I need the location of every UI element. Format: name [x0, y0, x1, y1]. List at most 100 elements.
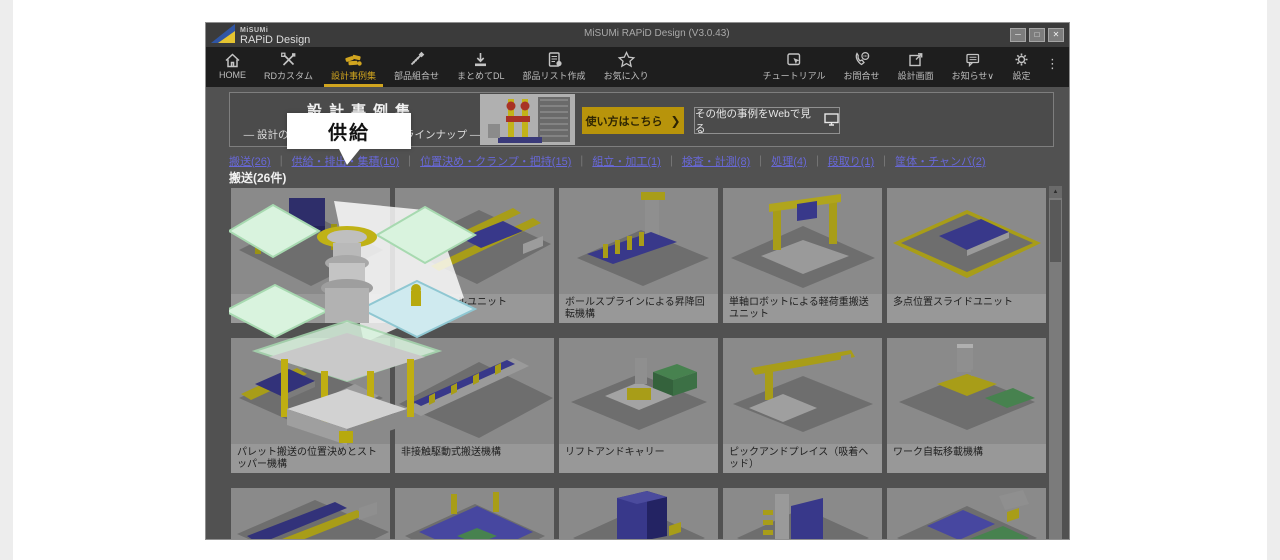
example-thumbnail — [723, 488, 882, 540]
nav-tutorial[interactable]: チュートリアル — [754, 47, 835, 87]
phone-bubble-icon — [852, 51, 871, 68]
filter-kyoutai[interactable]: 筐体・チャンバ(2) — [895, 156, 985, 168]
filter-dandori[interactable]: 段取り(1) — [828, 156, 874, 168]
nav-favorites[interactable]: お気に入り — [595, 47, 658, 87]
monitor-icon — [824, 113, 839, 129]
example-caption: ルユニット — [395, 294, 554, 323]
close-button[interactable]: ✕ — [1048, 28, 1064, 42]
nav-label: RDカスタム — [264, 69, 313, 82]
nav-home[interactable]: HOME — [210, 47, 255, 87]
nav-label: まとめてDL — [457, 69, 505, 82]
filter-separator: ｜ — [879, 156, 890, 168]
example-card[interactable]: ルユニット — [395, 188, 554, 323]
example-caption: 非接触駆動式搬送機構 — [395, 444, 554, 473]
example-card[interactable] — [887, 488, 1046, 540]
example-card[interactable]: ピックアンドプレイス（吸着ヘッド） — [723, 338, 882, 473]
content-area: 設計事例集 — 設計のヒントになる事例を多数ラインナップ — 使い方はこちら❯ … — [206, 87, 1070, 540]
chevron-down-icon: ∨ — [987, 71, 994, 81]
example-card[interactable] — [723, 488, 882, 540]
external-link-icon — [906, 51, 925, 68]
nav-settings[interactable]: 設定 — [1003, 47, 1040, 87]
app-logo: MiSUMi RAPiD Design — [211, 24, 310, 48]
main-toolbar: HOME RDカスタム 設計事例集 部品組合せ まとめてDL 部品リスト作成 お… — [206, 47, 1069, 87]
nav-label: お問合せ — [844, 69, 880, 82]
minimize-button[interactable]: ─ — [1010, 28, 1026, 42]
filter-separator: ｜ — [576, 156, 587, 168]
example-caption — [231, 294, 390, 323]
example-caption: パレット搬送の位置決めとストッパー機構 — [231, 444, 390, 473]
maximize-button[interactable]: □ — [1029, 28, 1045, 42]
example-card[interactable] — [559, 488, 718, 540]
nav-contact[interactable]: お問合せ — [835, 47, 889, 87]
example-thumbnail — [395, 488, 554, 540]
nav-label: HOME — [219, 70, 246, 80]
example-thumbnail — [395, 338, 554, 444]
example-card[interactable]: 単軸ロボットによる軽荷重搬送ユニット — [723, 188, 882, 323]
nav-design-screen[interactable]: 設計画面 — [889, 47, 943, 87]
example-card[interactable] — [231, 188, 390, 323]
filter-kensa[interactable]: 検査・計測(8) — [682, 156, 750, 168]
example-card[interactable]: ボールスプラインによる昇降回転機構 — [559, 188, 718, 323]
parts-pile-icon — [343, 51, 364, 68]
example-thumbnail — [395, 188, 554, 294]
overflow-menu-icon[interactable]: ⋮ — [1040, 47, 1065, 87]
example-thumbnail — [559, 338, 718, 444]
filter-separator: ｜ — [812, 156, 823, 168]
example-card[interactable]: 非接触駆動式搬送機構 — [395, 338, 554, 473]
example-card[interactable]: ワーク自転移載機構 — [887, 338, 1046, 473]
cursor-box-icon — [785, 51, 804, 68]
example-card[interactable] — [395, 488, 554, 540]
usage-button[interactable]: 使い方はこちら❯ — [582, 107, 684, 134]
example-card[interactable]: 多点位置スライドユニット — [887, 188, 1046, 323]
nav-label: お気に入り — [604, 69, 649, 82]
tooltip-text: 供給 — [328, 118, 370, 145]
download-icon — [471, 51, 490, 68]
nav-bulk-download[interactable]: まとめてDL — [448, 47, 514, 87]
scrollbar-thumb[interactable] — [1050, 200, 1061, 262]
page-edge-left — [0, 0, 13, 560]
example-thumbnail — [231, 188, 390, 294]
filter-separator: ｜ — [666, 156, 677, 168]
example-thumbnail — [231, 338, 390, 444]
tooltip-arrow-icon — [339, 149, 360, 165]
filter-separator: ｜ — [404, 156, 415, 168]
example-caption: ワーク自転移載機構 — [887, 444, 1046, 473]
filter-shori[interactable]: 処理(4) — [771, 156, 806, 168]
example-thumbnail — [887, 338, 1046, 444]
nav-design-examples[interactable]: 設計事例集 — [322, 47, 385, 87]
example-thumbnail — [559, 188, 718, 294]
toolbar-spacer — [658, 47, 754, 87]
tools-icon — [279, 51, 298, 68]
chevron-right-icon: ❯ — [670, 114, 680, 128]
filter-separator: ｜ — [755, 156, 766, 168]
web-examples-button[interactable]: その他の事例をWebで見る — [694, 107, 840, 134]
nav-parts-list[interactable]: 部品リスト作成 — [514, 47, 595, 87]
category-tooltip: 供給 — [287, 113, 411, 149]
example-grid: ルユニットボールスプラインによる昇降回転機構単軸ロボットによる軽荷重搬送ユニット… — [231, 188, 1051, 540]
scroll-up-arrow-icon[interactable]: ▲ — [1049, 186, 1062, 198]
example-caption: ピックアンドプレイス（吸着ヘッド） — [723, 444, 882, 473]
example-card[interactable]: パレット搬送の位置決めとストッパー機構 — [231, 338, 390, 473]
example-thumbnail — [887, 188, 1046, 294]
title-bar: MiSUMi RAPiD Design MiSUMi RAPiD Design … — [206, 23, 1069, 47]
nav-rd-custom[interactable]: RDカスタム — [255, 47, 322, 87]
app-window: MiSUMi RAPiD Design MiSUMi RAPiD Design … — [205, 22, 1070, 540]
nav-label: 設定 — [1012, 69, 1030, 82]
filter-kumitate[interactable]: 組立・加工(1) — [592, 156, 660, 168]
filter-ichigime[interactable]: 位置決め・クランプ・把持(15) — [420, 156, 571, 168]
example-caption: リフトアンドキャリー — [559, 444, 718, 473]
example-card[interactable]: リフトアンドキャリー — [559, 338, 718, 473]
nav-notices[interactable]: お知らせ∨ — [943, 47, 1003, 87]
filter-hansou[interactable]: 搬送(26) — [229, 156, 271, 168]
page-edge-right — [1267, 0, 1280, 560]
logo-text-bottom: RAPiD Design — [240, 35, 310, 46]
logo-triangle-icon — [211, 24, 235, 48]
bolt-icon — [407, 51, 426, 68]
example-caption: ボールスプラインによる昇降回転機構 — [559, 294, 718, 323]
vertical-scrollbar[interactable]: ▲ — [1049, 186, 1062, 540]
nav-parts-combine[interactable]: 部品組合せ — [385, 47, 448, 87]
logo-text-top: MiSUMi — [240, 27, 310, 34]
example-thumbnail — [887, 488, 1046, 540]
example-card[interactable] — [231, 488, 390, 540]
nav-label: 部品リスト作成 — [523, 69, 586, 82]
